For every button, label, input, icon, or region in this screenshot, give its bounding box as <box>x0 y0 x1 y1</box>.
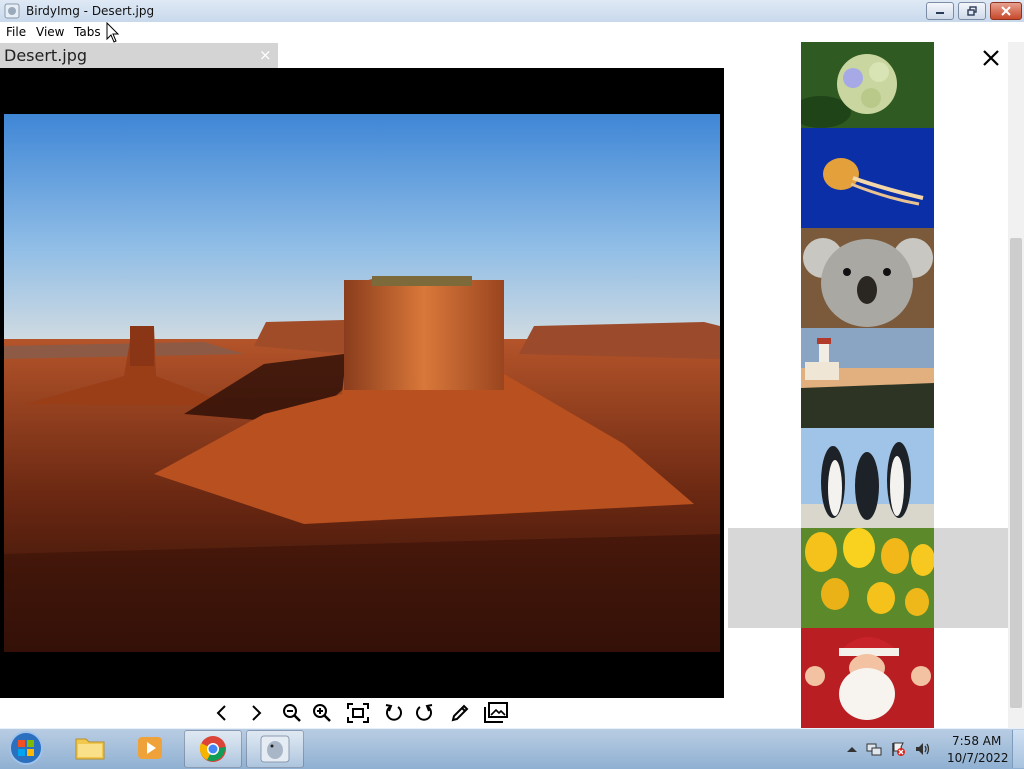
thumbnail-koala[interactable] <box>801 228 934 328</box>
network-icon[interactable] <box>866 741 882 757</box>
scrollbar-thumb[interactable] <box>1010 238 1022 708</box>
tulips-image <box>801 528 934 628</box>
menu-view[interactable]: View <box>36 25 64 39</box>
taskbar-clock-date[interactable]: 10/7/2022 <box>947 751 1009 765</box>
taskbar-birdyimg[interactable] <box>246 730 304 768</box>
chrome-icon <box>199 736 226 762</box>
menu-file[interactable]: File <box>6 25 26 39</box>
birdyimg-app-icon <box>260 735 290 763</box>
menu-bar: File View Tabs <box>0 22 1024 42</box>
tab-title: Desert.jpg <box>4 46 88 65</box>
tab-desert[interactable]: Desert.jpg × <box>0 43 278 68</box>
chevron-right-icon <box>252 705 262 721</box>
show-desktop-button[interactable] <box>1012 730 1024 768</box>
image-gallery-icon <box>484 702 508 723</box>
minimize-icon <box>936 12 944 14</box>
jellyfish-image <box>801 128 934 228</box>
penguins-image <box>801 428 934 528</box>
taskbar-explorer[interactable] <box>62 730 118 766</box>
koala-image <box>801 228 934 328</box>
taskbar-media-player[interactable] <box>122 730 178 766</box>
app-icon <box>4 3 20 19</box>
start-button[interactable] <box>6 730 46 766</box>
restore-icon <box>967 6 977 16</box>
rotate-left-button[interactable] <box>382 701 406 725</box>
restore-button[interactable] <box>958 2 986 20</box>
window-title: BirdyImg - Desert.jpg <box>26 4 155 18</box>
previous-button[interactable] <box>210 701 234 725</box>
taskbar-chrome[interactable] <box>184 730 242 768</box>
chevron-left-icon <box>216 705 226 721</box>
fit-to-window-button[interactable] <box>346 701 370 725</box>
volume-icon[interactable] <box>914 741 930 757</box>
mouse-cursor-icon <box>106 22 120 43</box>
thumbnail-panel-close-icon[interactable] <box>980 47 1002 69</box>
santa-image <box>801 628 934 728</box>
thumbnail-tulips[interactable] <box>801 528 934 628</box>
minimize-button[interactable] <box>926 2 954 20</box>
rotate-right-icon <box>416 704 433 721</box>
thumbnail-penguins[interactable] <box>801 428 934 528</box>
thumbnail-hydrangeas[interactable] <box>801 42 934 128</box>
show-hidden-icons-icon[interactable] <box>844 741 860 757</box>
rotate-left-icon <box>385 704 402 721</box>
title-bar: BirdyImg - Desert.jpg <box>0 0 1024 23</box>
thumbnail-jellyfish[interactable] <box>801 128 934 228</box>
hydrangea-image <box>801 42 934 128</box>
windows-start-icon <box>9 731 43 765</box>
image-viewer[interactable] <box>0 68 724 698</box>
action-center-flag-icon[interactable] <box>890 741 906 757</box>
next-button[interactable] <box>244 701 268 725</box>
tab-close-button[interactable]: × <box>259 46 272 64</box>
close-icon <box>1001 6 1011 16</box>
window-close-button[interactable] <box>990 2 1022 20</box>
thumbnail-santa[interactable] <box>801 628 934 728</box>
zoom-out-icon <box>283 704 301 722</box>
open-folder-button[interactable] <box>484 701 508 725</box>
zoom-out-button[interactable] <box>280 701 304 725</box>
pencil-icon <box>451 704 469 722</box>
menu-tabs[interactable]: Tabs <box>74 25 101 39</box>
desert-photo <box>4 114 720 652</box>
fit-to-window-icon <box>347 703 369 723</box>
thumbnail-lighthouse[interactable] <box>801 328 934 428</box>
zoom-in-button[interactable] <box>310 701 334 725</box>
media-player-icon <box>138 737 162 759</box>
edit-button[interactable] <box>448 701 472 725</box>
zoom-in-icon <box>313 704 331 722</box>
folder-icon <box>75 738 105 760</box>
rotate-right-button[interactable] <box>412 701 436 725</box>
lighthouse-image <box>801 328 934 428</box>
taskbar-clock-time[interactable]: 7:58 AM <box>952 734 1001 748</box>
